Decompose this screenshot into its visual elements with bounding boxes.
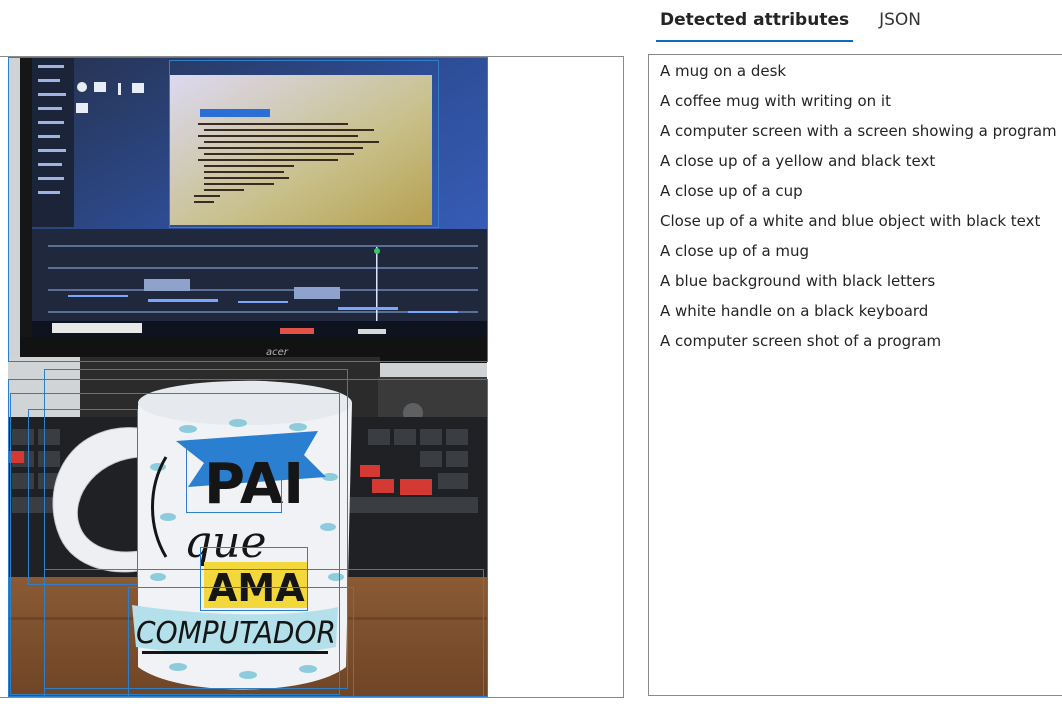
bbox-screen-program: [169, 60, 439, 228]
attribute-item[interactable]: A computer screen shot of a program: [649, 331, 1062, 361]
result-tabs: Detected attributes JSON: [656, 0, 921, 42]
attribute-item[interactable]: A blue background with black letters: [649, 271, 1062, 301]
attribute-item[interactable]: A mug on a desk: [649, 61, 1062, 91]
detected-attributes-panel: A mug on a desk A coffee mug with writin…: [648, 54, 1062, 696]
tab-json[interactable]: JSON: [879, 0, 921, 42]
attribute-item[interactable]: A close up of a yellow and black text: [649, 151, 1062, 181]
tab-detected-attributes[interactable]: Detected attributes: [656, 0, 854, 42]
image-panel: acer PAI que AMA COMPUTADOR: [0, 56, 624, 698]
bbox-lower-mug: [44, 569, 484, 697]
attribute-item[interactable]: A coffee mug with writing on it: [649, 91, 1062, 121]
attribute-item[interactable]: A close up of a cup: [649, 181, 1062, 211]
attribute-item[interactable]: A close up of a mug: [649, 241, 1062, 271]
attribute-item[interactable]: A white handle on a black keyboard: [649, 301, 1062, 331]
attribute-item[interactable]: Close up of a white and blue object with…: [649, 211, 1062, 241]
bbox-blue-letters: [186, 441, 282, 513]
attribute-item[interactable]: A computer screen with a screen showing …: [649, 121, 1062, 151]
